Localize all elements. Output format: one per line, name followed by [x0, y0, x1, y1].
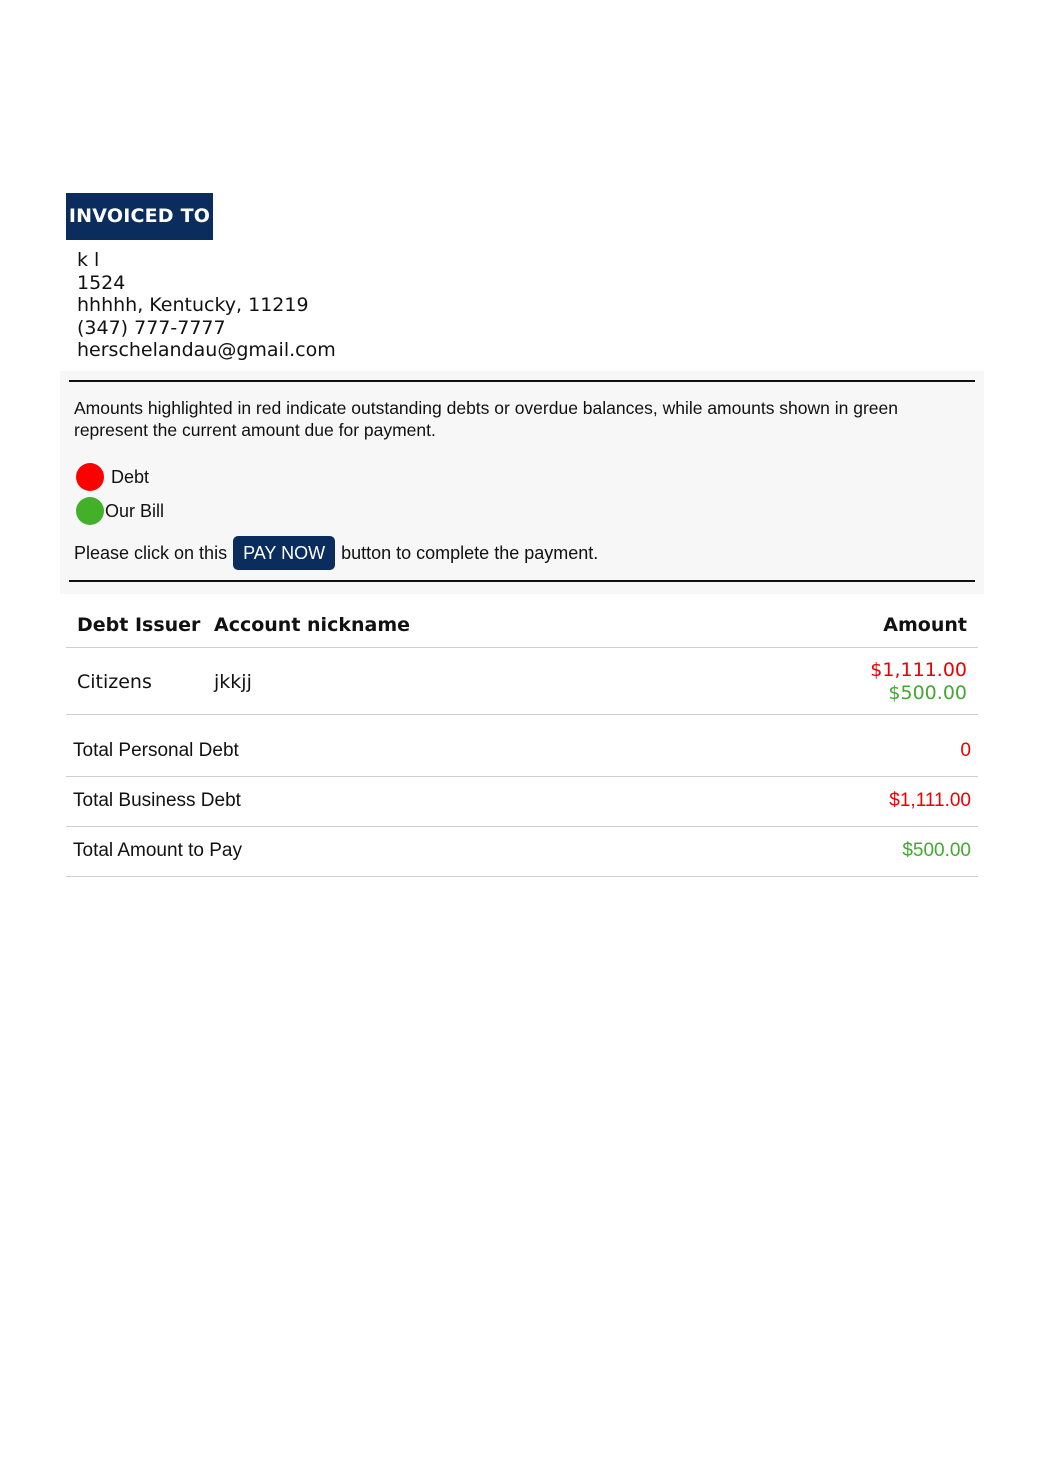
total-personal-debt-value: 0 — [960, 740, 971, 761]
notice-top-divider — [69, 380, 975, 382]
table-row: Citizens jkkjj $1,111.00 $500.00 — [66, 648, 978, 715]
pay-prefix-text: Please click on this — [74, 542, 228, 563]
row-debt-amount: $1,111.00 — [870, 659, 967, 681]
invoiced-to-heading: INVOICED TO — [66, 193, 213, 240]
green-dot-icon — [76, 497, 104, 525]
total-personal-debt-label: Total Personal Debt — [73, 740, 239, 761]
email-address: herschelandau@gmail.com — [77, 339, 336, 361]
row-account-nickname: jkkjj — [214, 671, 252, 693]
red-dot-icon — [76, 463, 104, 491]
debt-table: Debt Issuer Account nickname Amount Citi… — [66, 603, 978, 715]
billing-address: k l 1524 hhhhh, Kentucky, 11219 (347) 77… — [77, 249, 336, 362]
row-bill-amount: $500.00 — [888, 681, 967, 704]
phone-number: (347) 777-7777 — [77, 316, 226, 339]
header-account-nickname: Account nickname — [214, 614, 411, 636]
legend-bill: Our Bill — [76, 497, 164, 525]
payment-notice: Amounts highlighted in red indicate outs… — [60, 371, 984, 594]
header-amount: Amount — [883, 614, 967, 636]
notice-bottom-divider — [69, 580, 975, 582]
table-header: Debt Issuer Account nickname Amount — [66, 603, 978, 648]
notice-description: Amounts highlighted in red indicate outs… — [74, 398, 898, 440]
header-debt-issuer: Debt Issuer — [77, 614, 201, 636]
legend-bill-label: Our Bill — [105, 500, 165, 521]
legend-debt: Debt — [76, 463, 149, 491]
totals-section: Total Personal Debt 0 Total Business Deb… — [66, 727, 978, 877]
total-amount-to-pay-label: Total Amount to Pay — [73, 840, 242, 861]
total-amount-to-pay-value: $500.00 — [902, 840, 971, 861]
total-business-debt-value: $1,111.00 — [889, 790, 971, 811]
address-line: 1524 — [77, 271, 126, 294]
total-personal-debt-row: Total Personal Debt 0 — [66, 727, 978, 777]
city-state-zip: hhhhh, Kentucky, 11219 — [77, 294, 309, 316]
invoice-page: INVOICED TO k l 1524 hhhhh, Kentucky, 11… — [0, 0, 1044, 1477]
legend-debt-label: Debt — [111, 466, 150, 487]
pay-now-button[interactable]: PAY NOW — [233, 536, 336, 570]
customer-name: k l — [77, 249, 100, 271]
row-amounts: $1,111.00 $500.00 — [870, 659, 967, 704]
total-amount-to-pay-row: Total Amount to Pay $500.00 — [66, 827, 978, 877]
total-business-debt-label: Total Business Debt — [73, 790, 241, 811]
total-business-debt-row: Total Business Debt $1,111.00 — [66, 777, 978, 827]
pay-suffix-text: button to complete the payment. — [341, 542, 599, 563]
row-debt-issuer: Citizens — [77, 671, 152, 693]
pay-instruction: Please click on this PAY NOW button to c… — [74, 536, 598, 570]
